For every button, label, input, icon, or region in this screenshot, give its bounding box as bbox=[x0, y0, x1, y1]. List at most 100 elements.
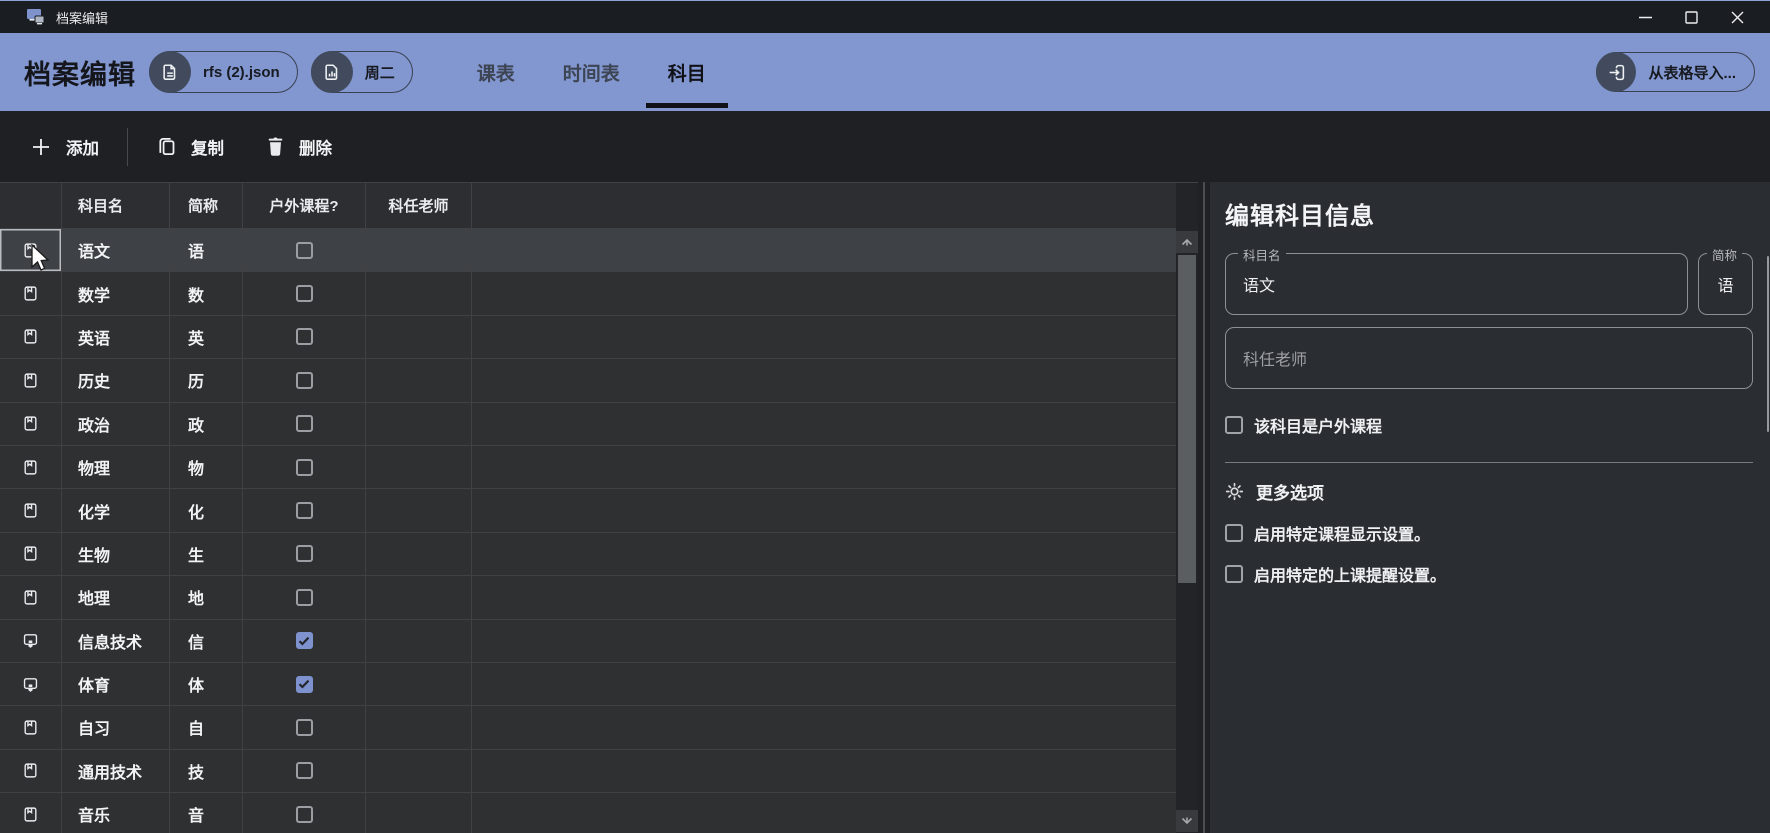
subject-abbr-cell[interactable]: 体 bbox=[170, 663, 243, 705]
subject-name-cell[interactable]: 历史 bbox=[62, 359, 170, 401]
outdoor-checkbox[interactable] bbox=[296, 676, 313, 693]
abbr-column-header[interactable]: 简称 bbox=[170, 183, 243, 228]
teacher-cell[interactable] bbox=[366, 533, 472, 575]
teacher-cell[interactable] bbox=[366, 489, 472, 531]
maximize-button[interactable] bbox=[1668, 1, 1714, 34]
row-icon-cell[interactable] bbox=[0, 403, 62, 445]
row-icon-cell[interactable] bbox=[0, 620, 62, 662]
outdoor-cell[interactable] bbox=[243, 793, 366, 833]
outdoor-course-checkbox[interactable] bbox=[1225, 416, 1243, 434]
tab-schedule[interactable]: 课表 bbox=[453, 33, 539, 111]
import-from-table-button[interactable]: 从表格导入... bbox=[1596, 52, 1755, 92]
subject-abbr-cell[interactable]: 技 bbox=[170, 750, 243, 792]
table-row[interactable]: 信息技术 信 bbox=[0, 620, 1176, 663]
row-icon-cell[interactable] bbox=[0, 663, 62, 705]
outdoor-cell[interactable] bbox=[243, 489, 366, 531]
outdoor-checkbox[interactable] bbox=[296, 372, 313, 389]
teacher-cell[interactable] bbox=[366, 576, 472, 618]
outdoor-cell[interactable] bbox=[243, 272, 366, 314]
subject-name-cell[interactable]: 英语 bbox=[62, 316, 170, 358]
subject-abbr-cell[interactable]: 英 bbox=[170, 316, 243, 358]
reminder-settings-checkbox-row[interactable]: 启用特定的上课提醒设置。 bbox=[1225, 562, 1770, 586]
outdoor-checkbox[interactable] bbox=[296, 719, 313, 736]
close-button[interactable] bbox=[1714, 1, 1760, 34]
outdoor-cell[interactable] bbox=[243, 750, 366, 792]
tab-subjects[interactable]: 科目 bbox=[644, 33, 730, 111]
subject-name-cell[interactable]: 语文 bbox=[62, 229, 170, 271]
row-icon-cell[interactable] bbox=[0, 576, 62, 618]
table-row[interactable]: 数学 数 bbox=[0, 272, 1176, 315]
row-icon-cell[interactable] bbox=[0, 272, 62, 314]
scrollbar-thumb[interactable] bbox=[1178, 255, 1196, 583]
file-chip[interactable]: rfs (2).json bbox=[149, 51, 298, 93]
outdoor-cell[interactable] bbox=[243, 359, 366, 401]
add-button[interactable]: 添加 bbox=[30, 135, 99, 159]
subject-abbr-cell[interactable]: 化 bbox=[170, 489, 243, 531]
scroll-up-button[interactable] bbox=[1176, 231, 1198, 253]
panel-scrollbar[interactable] bbox=[1767, 256, 1769, 432]
outdoor-checkbox[interactable] bbox=[296, 806, 313, 823]
row-icon-cell[interactable] bbox=[0, 706, 62, 748]
subject-name-cell[interactable]: 音乐 bbox=[62, 793, 170, 833]
table-row[interactable]: 体育 体 bbox=[0, 663, 1176, 706]
row-icon-cell[interactable] bbox=[0, 750, 62, 792]
panel-splitter[interactable] bbox=[1198, 182, 1210, 833]
abbr-field[interactable]: 简称 语 bbox=[1698, 253, 1753, 315]
table-row[interactable]: 地理 地 bbox=[0, 576, 1176, 619]
teacher-cell[interactable] bbox=[366, 446, 472, 488]
row-icon-cell[interactable] bbox=[0, 533, 62, 575]
table-scrollbar[interactable] bbox=[1176, 182, 1198, 833]
row-icon-cell[interactable] bbox=[0, 316, 62, 358]
reminder-settings-checkbox[interactable] bbox=[1225, 565, 1243, 583]
subject-name-cell[interactable]: 自习 bbox=[62, 706, 170, 748]
outdoor-cell[interactable] bbox=[243, 229, 366, 271]
outdoor-checkbox[interactable] bbox=[296, 328, 313, 345]
table-row[interactable]: 历史 历 bbox=[0, 359, 1176, 402]
outdoor-checkbox[interactable] bbox=[296, 545, 313, 562]
subject-abbr-cell[interactable]: 物 bbox=[170, 446, 243, 488]
subject-abbr-cell[interactable]: 历 bbox=[170, 359, 243, 401]
table-row[interactable]: 自习 自 bbox=[0, 706, 1176, 749]
tab-timetable[interactable]: 时间表 bbox=[539, 33, 644, 111]
day-chip[interactable]: 周二 bbox=[311, 51, 413, 93]
outdoor-cell[interactable] bbox=[243, 620, 366, 662]
table-row[interactable]: 音乐 音 bbox=[0, 793, 1176, 833]
outdoor-checkbox[interactable] bbox=[296, 589, 313, 606]
scroll-down-button[interactable] bbox=[1176, 810, 1198, 832]
table-row[interactable]: 政治 政 bbox=[0, 403, 1176, 446]
teacher-cell[interactable] bbox=[366, 272, 472, 314]
subject-abbr-cell[interactable]: 地 bbox=[170, 576, 243, 618]
more-options-row[interactable]: 更多选项 bbox=[1225, 479, 1770, 504]
subject-abbr-cell[interactable]: 政 bbox=[170, 403, 243, 445]
subject-name-cell[interactable]: 数学 bbox=[62, 272, 170, 314]
outdoor-cell[interactable] bbox=[243, 706, 366, 748]
teacher-cell[interactable] bbox=[366, 620, 472, 662]
teacher-cell[interactable] bbox=[366, 706, 472, 748]
subject-name-cell[interactable]: 地理 bbox=[62, 576, 170, 618]
table-row[interactable]: 语文 语 bbox=[0, 229, 1176, 272]
outdoor-cell[interactable] bbox=[243, 576, 366, 618]
teacher-cell[interactable] bbox=[366, 793, 472, 833]
outdoor-checkbox[interactable] bbox=[296, 632, 313, 649]
outdoor-column-header[interactable]: 户外课程? bbox=[243, 183, 366, 228]
teacher-cell[interactable] bbox=[366, 229, 472, 271]
subject-name-cell[interactable]: 体育 bbox=[62, 663, 170, 705]
subject-name-cell[interactable]: 通用技术 bbox=[62, 750, 170, 792]
table-row[interactable]: 生物 生 bbox=[0, 533, 1176, 576]
outdoor-course-checkbox-row[interactable]: 该科目是户外课程 bbox=[1225, 413, 1770, 437]
table-row[interactable]: 英语 英 bbox=[0, 316, 1176, 359]
copy-button[interactable]: 复制 bbox=[156, 135, 224, 159]
subject-name-cell[interactable]: 生物 bbox=[62, 533, 170, 575]
minimize-button[interactable] bbox=[1622, 1, 1668, 34]
teacher-cell[interactable] bbox=[366, 663, 472, 705]
subject-name-field[interactable]: 科目名 语文 bbox=[1225, 253, 1688, 315]
outdoor-checkbox[interactable] bbox=[296, 459, 313, 476]
teacher-column-header[interactable]: 科任老师 bbox=[366, 183, 472, 228]
display-settings-checkbox[interactable] bbox=[1225, 524, 1243, 542]
teacher-cell[interactable] bbox=[366, 316, 472, 358]
subject-abbr-cell[interactable]: 音 bbox=[170, 793, 243, 833]
teacher-cell[interactable] bbox=[366, 403, 472, 445]
outdoor-checkbox[interactable] bbox=[296, 415, 313, 432]
subject-abbr-cell[interactable]: 数 bbox=[170, 272, 243, 314]
subject-abbr-cell[interactable]: 自 bbox=[170, 706, 243, 748]
